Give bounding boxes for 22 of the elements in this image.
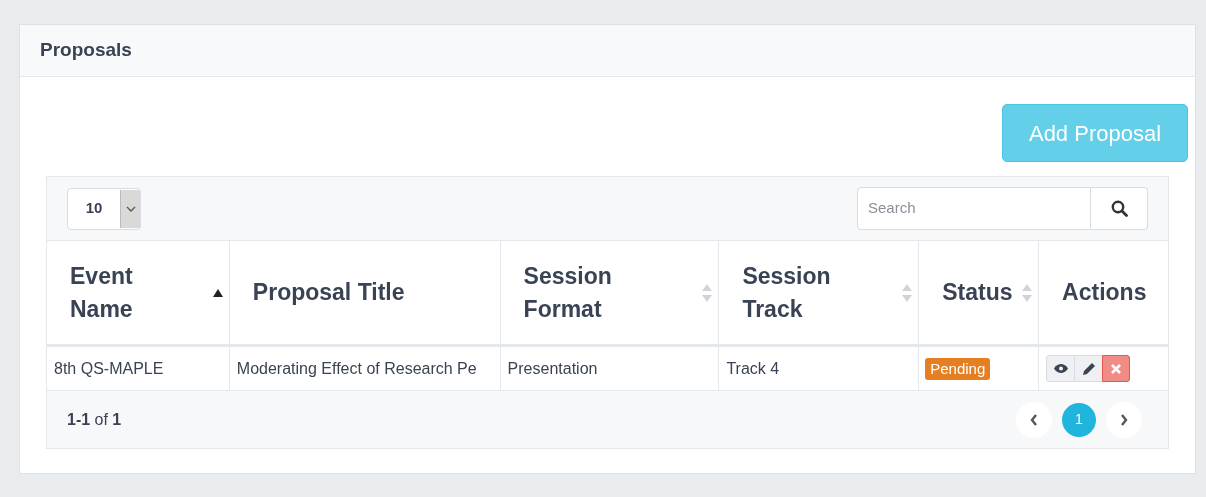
- chevron-down-icon: [125, 205, 136, 212]
- table-cell-text: 8th QS-MAPLE: [54, 358, 164, 379]
- chevron-left-icon: [1030, 413, 1038, 426]
- search-button[interactable]: [1091, 187, 1148, 230]
- edit-button[interactable]: [1075, 355, 1103, 382]
- eye-icon: [1053, 364, 1068, 373]
- page-size-select[interactable]: 10: [67, 187, 141, 230]
- table-cell-text: Presentation: [507, 358, 598, 379]
- chevron-right-icon: [1120, 413, 1128, 426]
- next-page-button[interactable]: [1106, 401, 1142, 438]
- status-badge: Pending: [925, 357, 991, 380]
- close-icon: [1111, 363, 1122, 374]
- column-header: Actions: [1061, 278, 1148, 307]
- view-button[interactable]: [1046, 355, 1076, 382]
- table-cell-text: Moderating Effect of Research Pe: [236, 358, 477, 379]
- card-title: Proposals: [40, 38, 132, 63]
- pagination-summary: 1-1 of 1: [67, 409, 122, 430]
- table-cell-text: Track 4: [726, 358, 780, 379]
- search-icon: [1110, 200, 1128, 217]
- search-field[interactable]: Search: [857, 187, 1091, 230]
- delete-button[interactable]: [1102, 355, 1131, 382]
- pencil-icon: [1082, 362, 1095, 375]
